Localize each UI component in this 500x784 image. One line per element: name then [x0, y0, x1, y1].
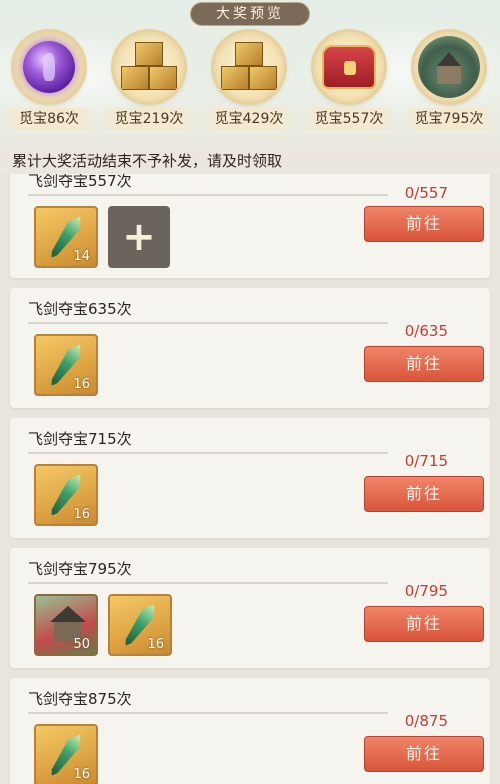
go-button[interactable]: 前往 — [364, 476, 484, 512]
prize-item[interactable]: 觅宝429次 — [200, 28, 298, 138]
reward-items: 16 — [34, 334, 98, 396]
prize-preview-title: 大奖预览 — [190, 2, 310, 26]
task-progress: 0/875 — [404, 712, 448, 730]
reward-items: 16 — [34, 724, 98, 784]
go-button[interactable]: 前往 — [364, 736, 484, 772]
prize-ring — [414, 32, 484, 102]
item-count: 50 — [73, 637, 90, 652]
prize-preview-banner: 大奖预览 觅宝86次 觅宝219次 觅宝429次 觅宝557次 觅宝795次 — [0, 0, 500, 150]
task-progress: 0/795 — [404, 582, 448, 600]
divider — [28, 582, 388, 584]
item-count: 16 — [73, 507, 90, 522]
divider — [28, 322, 388, 324]
reward-items: 50 16 — [34, 594, 172, 656]
pavilion-house-icon — [50, 606, 86, 622]
prize-label: 觅宝795次 — [402, 108, 496, 130]
go-button[interactable]: 前往 — [364, 346, 484, 382]
gold-crates-icon — [221, 42, 277, 92]
prize-item[interactable]: 觅宝795次 — [400, 28, 498, 138]
task-card: 飞剑夺宝875次 16 0/875 前往 — [10, 678, 490, 784]
prize-item[interactable]: 觅宝219次 — [100, 28, 198, 138]
task-card: 飞剑夺宝795次 50 16 0/795 前往 — [10, 548, 490, 668]
task-progress: 0/557 — [404, 184, 448, 202]
add-slot-button[interactable]: + — [108, 206, 170, 268]
gold-crates-icon — [121, 42, 177, 92]
reward-item[interactable]: 16 — [34, 464, 98, 526]
prize-ring — [114, 32, 184, 102]
reward-items: 14 + — [34, 206, 170, 268]
reward-item[interactable]: 50 — [34, 594, 98, 656]
prize-label: 觅宝86次 — [2, 108, 96, 130]
prize-label: 觅宝219次 — [102, 108, 196, 130]
prize-ring — [214, 32, 284, 102]
task-card: 飞剑夺宝715次 16 0/715 前往 — [10, 418, 490, 538]
reward-item[interactable]: 14 — [34, 206, 98, 268]
task-name: 飞剑夺宝635次 — [28, 300, 132, 318]
divider — [28, 194, 388, 196]
red-chest-icon — [322, 45, 376, 89]
item-count: 14 — [73, 249, 90, 264]
task-card: 飞剑夺宝635次 16 0/635 前往 — [10, 288, 490, 408]
task-name: 飞剑夺宝875次 — [28, 690, 132, 708]
task-name: 飞剑夺宝557次 — [28, 174, 132, 190]
prize-item[interactable]: 觅宝557次 — [300, 28, 398, 138]
item-count: 16 — [73, 377, 90, 392]
prize-ring — [314, 32, 384, 102]
purple-orb-icon — [23, 41, 75, 93]
item-count: 16 — [147, 637, 164, 652]
go-button[interactable]: 前往 — [364, 206, 484, 242]
prize-label: 觅宝429次 — [202, 108, 296, 130]
prize-ring — [14, 32, 84, 102]
reward-item[interactable]: 16 — [34, 724, 98, 784]
go-button[interactable]: 前往 — [364, 606, 484, 642]
divider — [28, 712, 388, 714]
task-list[interactable]: 飞剑夺宝557次 14 + 0/557 前往 飞剑夺宝635次 16 0/635… — [0, 174, 500, 784]
plus-icon: + — [122, 214, 156, 260]
reward-item[interactable]: 16 — [34, 334, 98, 396]
item-count: 16 — [73, 767, 90, 782]
reward-item[interactable]: 16 — [108, 594, 172, 656]
reward-notice: 累计大奖活动结束不予补发，请及时领取 — [0, 148, 500, 174]
task-card: 飞剑夺宝557次 14 + 0/557 前往 — [10, 174, 490, 278]
prize-list: 觅宝86次 觅宝219次 觅宝429次 觅宝557次 觅宝795次 — [0, 28, 500, 138]
pavilion-house-icon — [418, 36, 480, 98]
divider — [28, 452, 388, 454]
reward-items: 16 — [34, 464, 98, 526]
task-name: 飞剑夺宝715次 — [28, 430, 132, 448]
prize-label: 觅宝557次 — [302, 108, 396, 130]
task-name: 飞剑夺宝795次 — [28, 560, 132, 578]
prize-item[interactable]: 觅宝86次 — [0, 28, 98, 138]
task-progress: 0/715 — [404, 452, 448, 470]
task-progress: 0/635 — [404, 322, 448, 340]
